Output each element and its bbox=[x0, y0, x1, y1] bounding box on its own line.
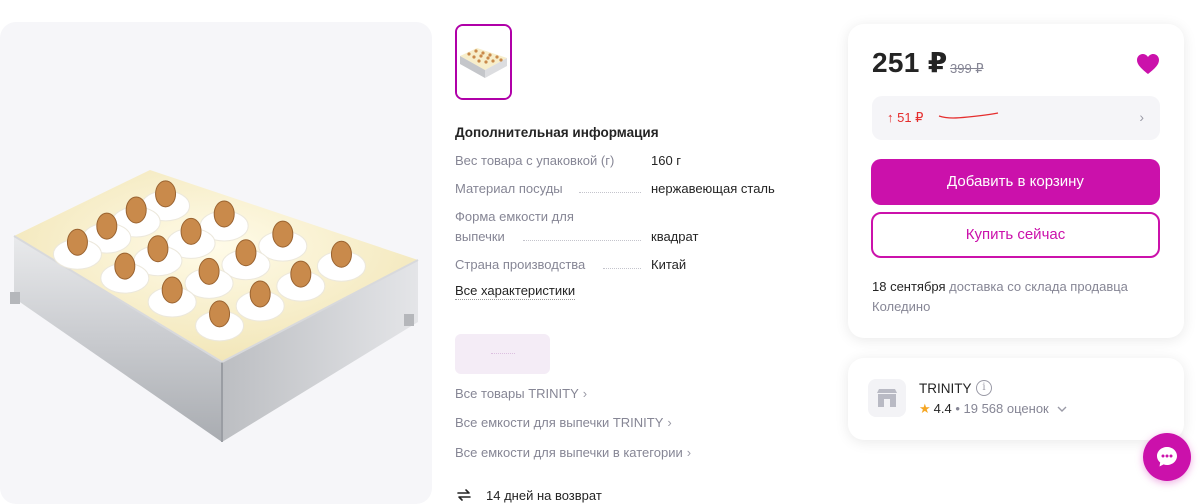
seller-rating[interactable]: ★ 4.4 • 19 568 оценок bbox=[919, 401, 1067, 417]
almond bbox=[198, 257, 220, 285]
spec-key: Форма емкости для bbox=[455, 209, 574, 224]
almond bbox=[180, 217, 202, 245]
rating-score: 4.4 bbox=[933, 401, 952, 416]
almond bbox=[249, 280, 271, 308]
spec-dots bbox=[523, 240, 641, 241]
almond bbox=[125, 196, 147, 224]
delivery-date: 18 сентября bbox=[872, 279, 946, 294]
category-all-label: Все емкости для выпечки в категории bbox=[455, 445, 683, 460]
chat-button[interactable] bbox=[1143, 433, 1191, 481]
almond bbox=[114, 252, 136, 280]
spec-key: Вес товара с упаковкой (г) bbox=[455, 153, 615, 168]
all-specs-link[interactable]: Все характеристики bbox=[455, 283, 576, 300]
chevron-right-icon: › bbox=[667, 415, 672, 430]
discount-value: ↑ 51 ₽ bbox=[887, 110, 924, 125]
spec-value: нержавеющая сталь bbox=[651, 181, 775, 196]
brand-all-label: Все товары TRINITY bbox=[455, 386, 579, 401]
discount-row[interactable]: ↑ 51 ₽ › bbox=[872, 96, 1160, 140]
store-icon bbox=[868, 379, 906, 417]
almond bbox=[96, 212, 118, 240]
current-price: 251 ₽ bbox=[872, 47, 948, 78]
seller-name: TRINITY bbox=[919, 381, 972, 396]
almond bbox=[147, 235, 169, 263]
spec-key: Материал посуды bbox=[455, 181, 563, 196]
old-price: 399 ₽ bbox=[950, 61, 984, 76]
spec-key: Страна производства bbox=[455, 257, 586, 272]
delivery-info: 18 сентября доставка со склада продавца … bbox=[872, 277, 1152, 317]
add-to-cart-button[interactable]: Добавить в корзину bbox=[871, 159, 1160, 205]
spec-value: квадрат bbox=[651, 229, 699, 244]
redacted-scribble bbox=[938, 112, 999, 119]
brand-logo-placeholder[interactable] bbox=[455, 334, 550, 374]
almond bbox=[209, 300, 231, 328]
category-all-link[interactable]: Все емкости для выпечки в категории › bbox=[455, 445, 691, 460]
brand-category-label: Все емкости для выпечки TRINITY bbox=[455, 415, 664, 430]
reviews-count: • 19 568 оценок bbox=[951, 401, 1049, 416]
buy-now-button[interactable]: Купить сейчас bbox=[871, 212, 1160, 258]
specs-title: Дополнительная информация bbox=[455, 125, 659, 140]
spec-value: Китай bbox=[651, 257, 687, 272]
spec-key: выпечки bbox=[455, 229, 505, 244]
spec-dots bbox=[579, 192, 641, 193]
almond bbox=[213, 200, 235, 228]
info-icon[interactable]: i bbox=[976, 380, 992, 396]
chevron-right-icon: › bbox=[1139, 109, 1144, 125]
spec-value: 160 г bbox=[651, 153, 682, 168]
price-card: 251 ₽ 399 ₽ ↑ 51 ₽ › Добавить в корзину … bbox=[848, 24, 1184, 338]
heart-icon[interactable] bbox=[1136, 53, 1160, 75]
almond bbox=[155, 180, 177, 208]
star-icon: ★ bbox=[919, 401, 931, 416]
return-policy-label: 14 дней на возврат bbox=[486, 488, 602, 503]
almond bbox=[272, 220, 294, 248]
brand-category-link[interactable]: Все емкости для выпечки TRINITY › bbox=[455, 415, 672, 430]
almond bbox=[235, 239, 257, 267]
chat-icon bbox=[1157, 447, 1177, 467]
brand-all-products-link[interactable]: Все товары TRINITY › bbox=[455, 386, 587, 401]
chevron-right-icon: › bbox=[686, 445, 692, 460]
product-thumbnail[interactable] bbox=[455, 24, 512, 100]
chevron-down-icon bbox=[1057, 406, 1067, 412]
almond bbox=[290, 260, 312, 288]
return-arrows-icon bbox=[457, 489, 471, 501]
almond bbox=[330, 240, 352, 268]
spec-dots bbox=[603, 268, 641, 269]
product-image-panel[interactable] bbox=[0, 22, 432, 504]
product-photo bbox=[10, 170, 419, 442]
chevron-right-icon: › bbox=[582, 386, 588, 401]
almond bbox=[161, 276, 183, 304]
seller-card[interactable]: TRINITY i ★ 4.4 • 19 568 оценок bbox=[848, 358, 1184, 440]
almond bbox=[66, 228, 88, 256]
